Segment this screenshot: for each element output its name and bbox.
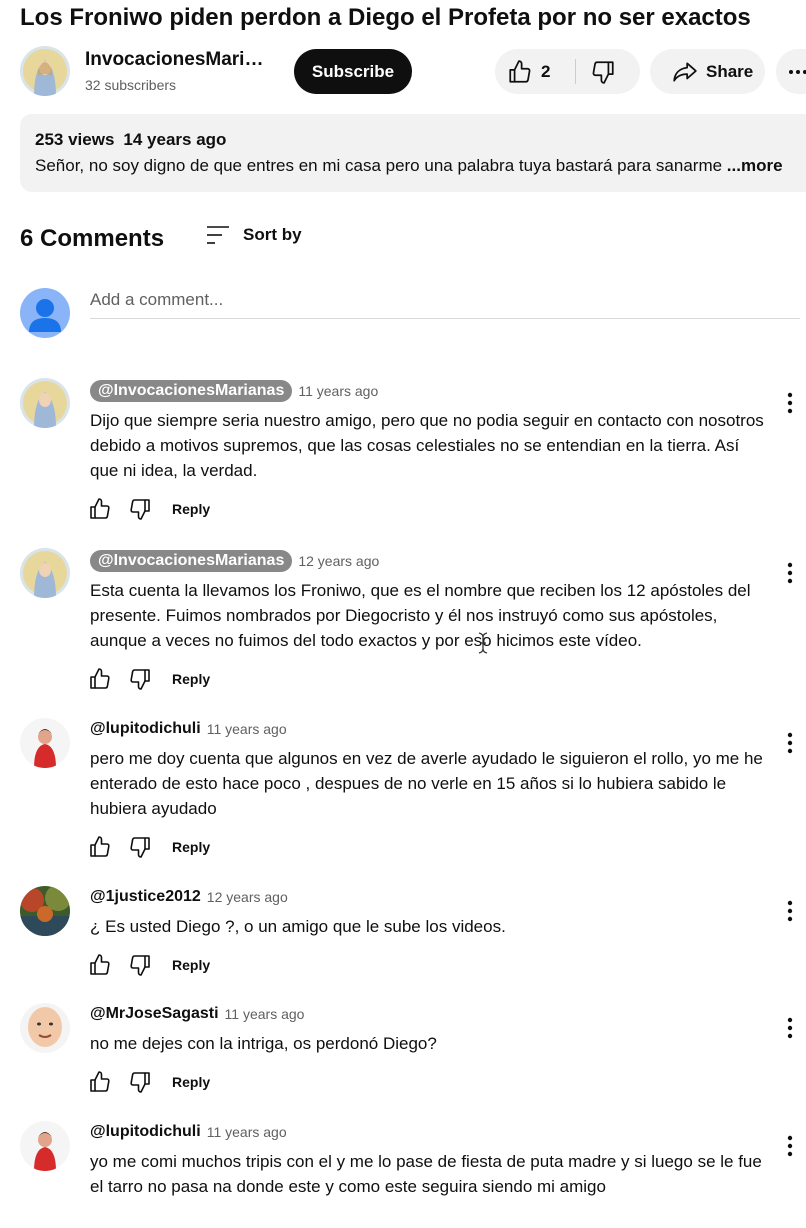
text-cursor-icon: [478, 632, 488, 654]
kebab-icon[interactable]: [787, 732, 793, 754]
comment-author-avatar[interactable]: [20, 378, 70, 428]
description-box[interactable]: 253 views 14 years ago Señor, no soy dign…: [20, 114, 806, 192]
description-text: Señor, no soy digno de que entres en mi …: [35, 156, 783, 176]
comment-author-avatar[interactable]: [20, 1003, 70, 1053]
comment-author-avatar[interactable]: [20, 718, 70, 768]
comment-header: @MrJoseSagasti 11 years ago: [90, 1005, 304, 1023]
kebab-icon[interactable]: [787, 392, 793, 414]
comment-time[interactable]: 11 years ago: [207, 1124, 287, 1140]
comment-time[interactable]: 12 years ago: [298, 553, 379, 569]
like-divider: [575, 59, 576, 84]
comment-header: @InvocacionesMarianas 12 years ago: [90, 550, 379, 572]
comment-text: Esta cuenta la llevamos los Froniwo, que…: [90, 581, 751, 650]
subscriber-count: 32 subscribers: [85, 77, 177, 93]
dislike-button[interactable]: [590, 49, 616, 94]
reply-button[interactable]: Reply: [172, 1074, 210, 1090]
sort-label: Sort by: [243, 225, 302, 244]
view-count: 253 views: [35, 130, 115, 149]
channel-avatar[interactable]: [20, 46, 70, 96]
thumbs-down-icon[interactable]: [128, 1070, 152, 1094]
comment-actions: Reply: [88, 1070, 210, 1094]
comment-header: @1justice2012 12 years ago: [90, 888, 288, 906]
thumbs-up-icon[interactable]: [88, 953, 112, 977]
comment-author-avatar[interactable]: [20, 548, 70, 598]
reply-button[interactable]: Reply: [172, 501, 210, 517]
channel-name[interactable]: InvocacionesMari…: [85, 49, 265, 71]
comment-author-avatar[interactable]: [20, 886, 70, 936]
thumbs-up-icon[interactable]: [88, 1070, 112, 1094]
comment-time[interactable]: 12 years ago: [207, 889, 288, 905]
thumbs-up-icon[interactable]: [88, 667, 112, 691]
comment-author[interactable]: @lupitodichuli: [90, 1123, 201, 1141]
kebab-icon[interactable]: [787, 900, 793, 922]
description-more[interactable]: ...more: [727, 156, 783, 175]
more-icon: [788, 69, 806, 75]
comment-author[interactable]: @1justice2012: [90, 888, 201, 906]
comment-time[interactable]: 11 years ago: [225, 1006, 305, 1022]
comment-time[interactable]: 11 years ago: [298, 383, 378, 399]
more-actions-button[interactable]: [776, 49, 806, 94]
share-button[interactable]: Share: [650, 49, 765, 94]
comment-author[interactable]: @InvocacionesMarianas: [90, 550, 293, 572]
share-label: Share: [706, 61, 754, 81]
reply-button[interactable]: Reply: [172, 671, 210, 687]
video-title: Los Froniwo piden perdon a Diego el Prof…: [20, 4, 751, 31]
kebab-icon[interactable]: [787, 562, 793, 584]
current-user-avatar: [20, 288, 70, 338]
comment-text: Dijo que siempre seria nuestro amigo, pe…: [90, 411, 764, 480]
comment-actions: Reply: [88, 835, 210, 859]
like-button[interactable]: 2: [507, 49, 550, 94]
thumbs-down-icon: [590, 59, 616, 85]
comment-author[interactable]: @lupitodichuli: [90, 720, 201, 738]
comment-header: @lupitodichuli 11 years ago: [90, 720, 287, 738]
comment-author[interactable]: @MrJoseSagasti: [90, 1005, 219, 1023]
thumbs-up-icon[interactable]: [88, 497, 112, 521]
kebab-icon[interactable]: [787, 1135, 793, 1157]
add-comment-input[interactable]: Add a comment...: [90, 290, 800, 319]
like-dislike-group: 2: [495, 49, 640, 94]
thumbs-down-icon[interactable]: [128, 835, 152, 859]
comment-header: @InvocacionesMarianas 11 years ago: [90, 380, 378, 402]
like-count: 2: [541, 61, 551, 81]
video-meta: 253 views 14 years ago: [35, 130, 226, 150]
reply-button[interactable]: Reply: [172, 957, 210, 973]
comment-header: @lupitodichuli 11 years ago: [90, 1123, 287, 1141]
comment-text: ¿ Es usted Diego ?, o un amigo que le su…: [90, 917, 506, 936]
sort-button[interactable]: Sort by: [205, 224, 302, 246]
sort-icon: [205, 224, 231, 246]
thumbs-down-icon[interactable]: [128, 497, 152, 521]
subscribe-button[interactable]: Subscribe: [294, 49, 412, 94]
thumbs-down-icon[interactable]: [128, 953, 152, 977]
comment-text: yo me comi muchos tripis con el y me lo …: [90, 1152, 762, 1196]
thumbs-down-icon[interactable]: [128, 667, 152, 691]
comment-actions: Reply: [88, 497, 210, 521]
comment-author[interactable]: @InvocacionesMarianas: [90, 380, 293, 402]
comment-text: no me dejes con la intriga, os perdonó D…: [90, 1034, 437, 1053]
comment-actions: Reply: [88, 953, 210, 977]
comments-count: 6 Comments: [20, 225, 165, 252]
share-icon: [672, 59, 698, 85]
description-body: Señor, no soy digno de que entres en mi …: [35, 156, 723, 175]
reply-button[interactable]: Reply: [172, 839, 210, 855]
thumbs-up-icon: [507, 59, 533, 85]
comment-actions: Reply: [88, 667, 210, 691]
kebab-icon[interactable]: [787, 1017, 793, 1039]
thumbs-up-icon[interactable]: [88, 835, 112, 859]
comment-text: pero me doy cuenta que algunos en vez de…: [90, 749, 763, 818]
comment-time[interactable]: 11 years ago: [207, 721, 287, 737]
upload-age: 14 years ago: [123, 130, 227, 149]
comment-author-avatar[interactable]: [20, 1121, 70, 1171]
user-icon: [20, 288, 70, 338]
